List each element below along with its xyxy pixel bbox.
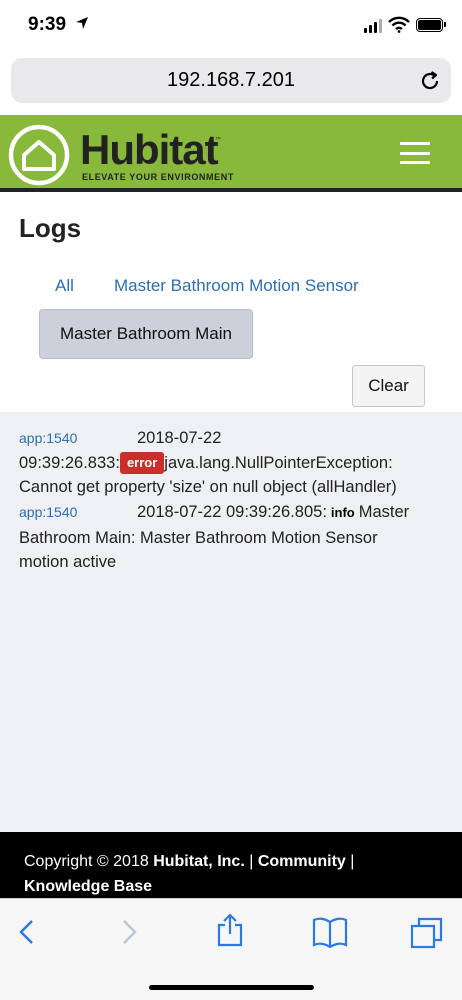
knowledge-base-link[interactable]: Knowledge Base xyxy=(24,878,152,896)
back-icon[interactable] xyxy=(16,917,38,952)
filter-device-link[interactable]: Master Bathroom Motion Sensor xyxy=(114,276,359,296)
log-time: 09:39:26.833: xyxy=(19,453,120,472)
url-text[interactable]: 192.168.7.201 xyxy=(11,69,451,92)
forward-icon[interactable] xyxy=(118,917,140,952)
log-level-label: info xyxy=(330,505,355,520)
log-level-badge: error xyxy=(119,451,165,474)
status-bar: 9:39 xyxy=(0,0,462,52)
clear-button[interactable]: Clear xyxy=(352,365,425,407)
status-time: 9:39 xyxy=(28,14,67,35)
home-indicator[interactable] xyxy=(149,985,314,990)
hubitat-logo-icon[interactable] xyxy=(8,124,70,191)
footer-separator: | xyxy=(345,853,355,870)
header-divider xyxy=(0,188,462,192)
company-name: Hubitat, Inc. xyxy=(153,853,245,870)
log-timestamp: 2018-07-22 09:39:26.805: xyxy=(137,503,327,521)
cellular-signal-icon xyxy=(364,19,382,33)
log-panel: app:1540 2018-07-22 09:39:26.833: error jav… xyxy=(0,412,462,832)
battery-icon xyxy=(416,18,446,32)
log-message-cont: Cannot get property 'size' on null objec… xyxy=(19,478,397,496)
location-arrow-icon xyxy=(75,16,89,35)
footer-line: Copyright © 2018 Hubitat, Inc. | Communi… xyxy=(24,853,354,871)
log-message-cont: Bathroom Main: Master Bathroom Motion Se… xyxy=(19,528,378,547)
reload-icon[interactable] xyxy=(419,70,441,97)
filter-app-button[interactable]: Master Bathroom Main xyxy=(39,309,253,359)
log-message: java.lang.NullPointerException: xyxy=(164,453,393,472)
filter-all-link[interactable]: All xyxy=(55,276,74,296)
copyright-text: Copyright © 2018 xyxy=(24,853,154,870)
hamburger-menu-icon[interactable] xyxy=(400,142,430,164)
brand-name: Hubitat xyxy=(80,126,219,173)
site-footer: Copyright © 2018 Hubitat, Inc. | Communi… xyxy=(0,832,462,898)
brand-tagline: ELEVATE YOUR ENVIRONMENT xyxy=(82,172,234,182)
log-source-link[interactable]: app:1540 xyxy=(19,500,137,525)
log-message-cont: motion active xyxy=(19,553,117,571)
footer-separator: | xyxy=(244,853,258,870)
brand-trademark: ™ xyxy=(215,137,221,143)
wifi-icon xyxy=(388,16,410,38)
address-bar[interactable]: 192.168.7.201 xyxy=(11,58,451,103)
site-header: Hubitat ™ ELEVATE YOUR ENVIRONMENT xyxy=(0,115,462,192)
log-source-link[interactable]: app:1540 xyxy=(19,426,137,451)
bookmarks-icon[interactable] xyxy=(312,917,348,954)
tabs-icon[interactable] xyxy=(410,917,444,954)
log-entry: app:1540 2018-07-22 09:39:26.805: info Mast… xyxy=(19,500,439,575)
log-message: Master xyxy=(358,503,410,521)
page-title: Logs xyxy=(19,213,82,243)
log-entry: app:1540 2018-07-22 09:39:26.833: error jav… xyxy=(19,426,439,500)
community-link[interactable]: Community xyxy=(258,853,346,870)
share-icon[interactable] xyxy=(215,913,245,952)
log-date: 2018-07-22 xyxy=(137,429,222,447)
